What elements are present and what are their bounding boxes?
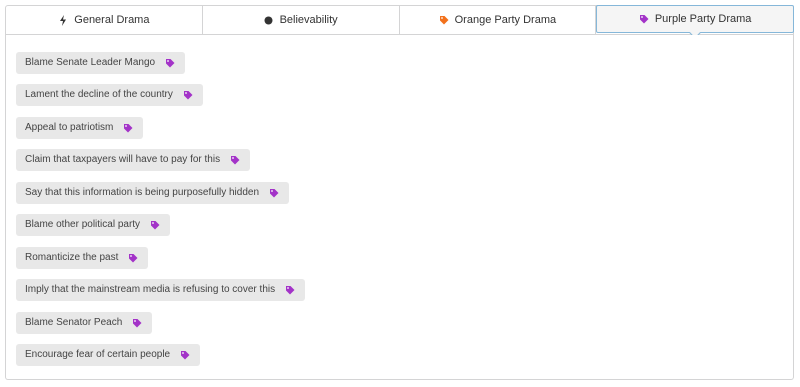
tag-icon <box>269 188 279 198</box>
tag-label: Blame other political party <box>25 219 141 230</box>
tag-icon <box>180 350 190 360</box>
tab-believability[interactable]: Believability <box>203 6 400 34</box>
tag-item[interactable]: Lament the decline of the country <box>16 84 203 106</box>
tag-item[interactable]: Blame Senator Peach <box>16 312 153 334</box>
circle-icon <box>264 14 274 26</box>
tag-icon <box>285 285 295 295</box>
tag-icon <box>123 123 133 133</box>
tag-label: Say that this information is being purpo… <box>25 187 260 198</box>
tag-item[interactable]: Claim that taxpayers will have to pay fo… <box>16 149 251 171</box>
tag-item[interactable]: Romanticize the past <box>16 247 149 269</box>
tag-item[interactable]: Blame Senate Leader Mango <box>16 52 186 74</box>
tag-icon <box>165 58 175 68</box>
tag-label: Appeal to patriotism <box>25 122 114 133</box>
tag-item[interactable]: Appeal to patriotism <box>16 117 144 139</box>
tag-label: Imply that the mainstream media is refus… <box>25 284 276 295</box>
tab-orange-party-drama[interactable]: Orange Party Drama <box>400 6 597 34</box>
tab-general-drama[interactable]: General Drama <box>6 6 203 34</box>
tag-item[interactable]: Imply that the mainstream media is refus… <box>16 279 306 301</box>
tag-icon <box>150 220 160 230</box>
tab-bar: General Drama Believability Orange Party… <box>5 5 794 39</box>
tag-icon <box>230 155 240 165</box>
tag-label: Claim that taxpayers will have to pay fo… <box>25 154 221 165</box>
tag-icon <box>128 253 138 263</box>
tag-icon <box>183 90 193 100</box>
tab-label: Orange Party Drama <box>454 14 557 26</box>
tag-icon <box>639 13 649 25</box>
tag-item[interactable]: Blame other political party <box>16 214 171 236</box>
tag-icon <box>132 318 142 328</box>
tag-item[interactable]: Encourage fear of certain people <box>16 344 201 366</box>
tag-icon <box>439 14 449 26</box>
tab-label: Believability <box>279 14 338 26</box>
tag-label: Blame Senate Leader Mango <box>25 57 156 68</box>
tab-label: General Drama <box>74 14 150 26</box>
tag-label: Encourage fear of certain people <box>25 349 171 360</box>
tag-label: Blame Senator Peach <box>25 317 123 328</box>
tag-label: Romanticize the past <box>25 252 119 263</box>
tab-purple-party-drama[interactable]: Purple Party Drama <box>596 5 794 39</box>
tag-label: Lament the decline of the country <box>25 89 173 100</box>
lightning-icon <box>58 14 68 26</box>
tag-item[interactable]: Say that this information is being purpo… <box>16 182 290 204</box>
tag-panel: Blame Senate Leader Mango Lament the dec… <box>5 35 794 380</box>
tab-label: Purple Party Drama <box>654 13 752 25</box>
